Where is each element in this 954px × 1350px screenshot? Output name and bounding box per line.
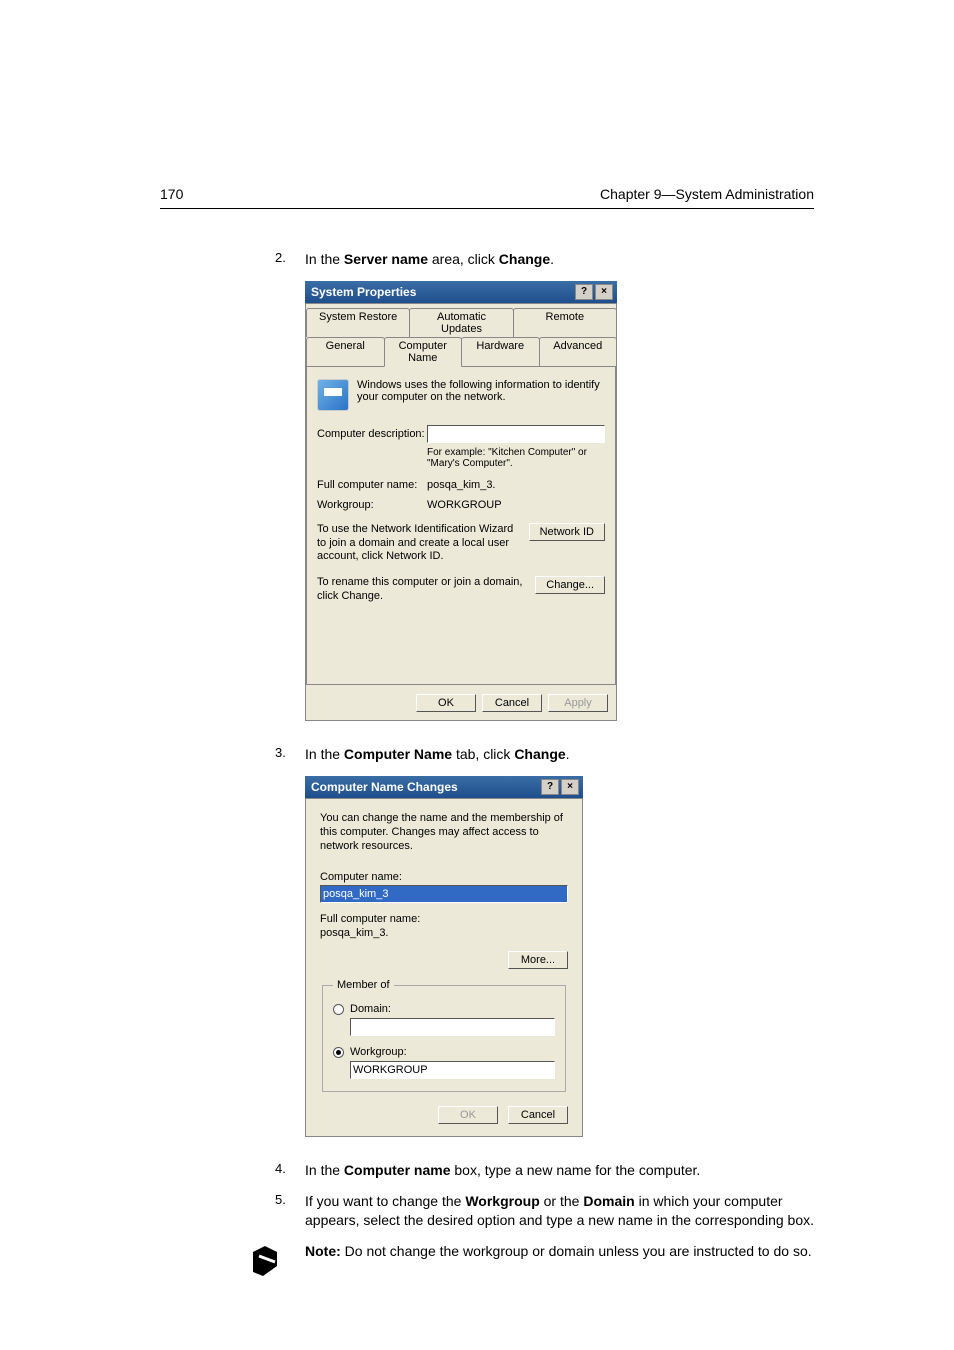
step-number: 3.: [275, 745, 305, 760]
ok-button[interactable]: OK: [416, 694, 476, 712]
domain-label: Domain:: [350, 1003, 391, 1015]
tab-system-restore[interactable]: System Restore: [306, 308, 410, 337]
step-bold: Workgroup: [465, 1193, 539, 1209]
dialog-title: Computer Name Changes: [311, 780, 458, 794]
workgroup-value: WORKGROUP: [427, 499, 605, 511]
full-computer-name-label: Full computer name:: [320, 913, 568, 925]
step-fragment: box, type a new name for the computer.: [451, 1162, 701, 1178]
note-label: Note:: [305, 1243, 341, 1259]
step-fragment: tab, click: [452, 746, 514, 762]
step-text: If you want to change the Workgroup or t…: [305, 1192, 814, 1230]
network-id-text: To use the Network Identification Wizard…: [317, 523, 521, 564]
change-text: To rename this computer or join a domain…: [317, 576, 527, 604]
tab-remote[interactable]: Remote: [513, 308, 617, 337]
network-id-button[interactable]: Network ID: [529, 523, 605, 541]
tab-general[interactable]: General: [306, 337, 385, 367]
step-fragment: If you want to change the: [305, 1193, 465, 1209]
tab-advanced[interactable]: Advanced: [539, 337, 618, 367]
computer-name-label: Computer name:: [320, 871, 568, 883]
step-text: In the Computer Name tab, click Change.: [305, 745, 814, 764]
full-computer-name-label: Full computer name:: [317, 479, 427, 491]
step-number: 2.: [275, 250, 305, 265]
tab-automatic-updates[interactable]: Automatic Updates: [409, 308, 513, 337]
step-bold: Computer Name: [344, 746, 452, 762]
cancel-button[interactable]: Cancel: [482, 694, 542, 712]
step-bold: Domain: [583, 1193, 634, 1209]
step-fragment: or the: [540, 1193, 584, 1209]
full-computer-name-value: posqa_kim_3.: [427, 479, 605, 491]
step-fragment: area, click: [428, 251, 499, 267]
note-text: Note: Do not change the workgroup or dom…: [305, 1242, 814, 1261]
computer-name-input[interactable]: [320, 885, 568, 903]
full-computer-name-value: posqa_kim_3.: [320, 927, 568, 939]
step-number: 5.: [275, 1192, 305, 1207]
step-bold: Server name: [344, 251, 428, 267]
page-number: 170: [160, 186, 183, 202]
step-bold: Computer name: [344, 1162, 451, 1178]
step-text: In the Computer name box, type a new nam…: [305, 1161, 814, 1180]
computer-icon: [317, 379, 349, 411]
change-button[interactable]: Change...: [535, 576, 605, 594]
dialog-titlebar: Computer Name Changes ? ×: [305, 776, 583, 798]
tab-hardware[interactable]: Hardware: [461, 337, 540, 367]
member-of-legend: Member of: [333, 979, 394, 991]
workgroup-label: Workgroup:: [350, 1046, 407, 1058]
intro-text: Windows uses the following information t…: [357, 379, 605, 411]
computer-description-label: Computer description:: [317, 428, 427, 440]
workgroup-label: Workgroup:: [317, 499, 427, 511]
tab-computer-name[interactable]: Computer Name: [384, 337, 463, 367]
apply-button[interactable]: Apply: [548, 694, 608, 712]
close-button[interactable]: ×: [561, 779, 579, 795]
step-text: In the Server name area, click Change.: [305, 250, 814, 269]
ok-button[interactable]: OK: [438, 1106, 498, 1124]
step-bold: Change: [514, 746, 565, 762]
step-fragment: .: [566, 746, 570, 762]
workgroup-radio[interactable]: [333, 1047, 344, 1058]
workgroup-input[interactable]: [350, 1061, 555, 1079]
close-button[interactable]: ×: [595, 284, 613, 300]
dialog-title: System Properties: [311, 285, 416, 299]
note-body: Do not change the workgroup or domain un…: [341, 1243, 812, 1259]
step-number: 4.: [275, 1161, 305, 1176]
system-properties-dialog: System Properties ? × System Restore Aut…: [305, 281, 617, 721]
domain-input[interactable]: [350, 1018, 555, 1036]
more-button[interactable]: More...: [508, 951, 568, 969]
step-fragment: In the: [305, 1162, 344, 1178]
dialog-intro: You can change the name and the membersh…: [320, 811, 568, 854]
example-text: For example: "Kitchen Computer" or "Mary…: [427, 447, 605, 469]
cancel-button[interactable]: Cancel: [508, 1106, 568, 1124]
computer-description-input[interactable]: [427, 425, 605, 443]
note-icon: [245, 1242, 285, 1282]
step-fragment: .: [550, 251, 554, 267]
header-rule: [160, 208, 814, 209]
domain-radio[interactable]: [333, 1004, 344, 1015]
step-bold: Change: [499, 251, 550, 267]
help-button[interactable]: ?: [575, 284, 593, 300]
step-fragment: In the: [305, 251, 344, 267]
dialog-titlebar: System Properties ? ×: [305, 281, 617, 303]
computer-name-changes-dialog: Computer Name Changes ? × You can change…: [305, 776, 583, 1138]
member-of-group: Member of Domain: Workgroup:: [322, 979, 566, 1092]
help-button[interactable]: ?: [541, 779, 559, 795]
chapter-title: Chapter 9—System Administration: [600, 186, 814, 202]
step-fragment: In the: [305, 746, 344, 762]
